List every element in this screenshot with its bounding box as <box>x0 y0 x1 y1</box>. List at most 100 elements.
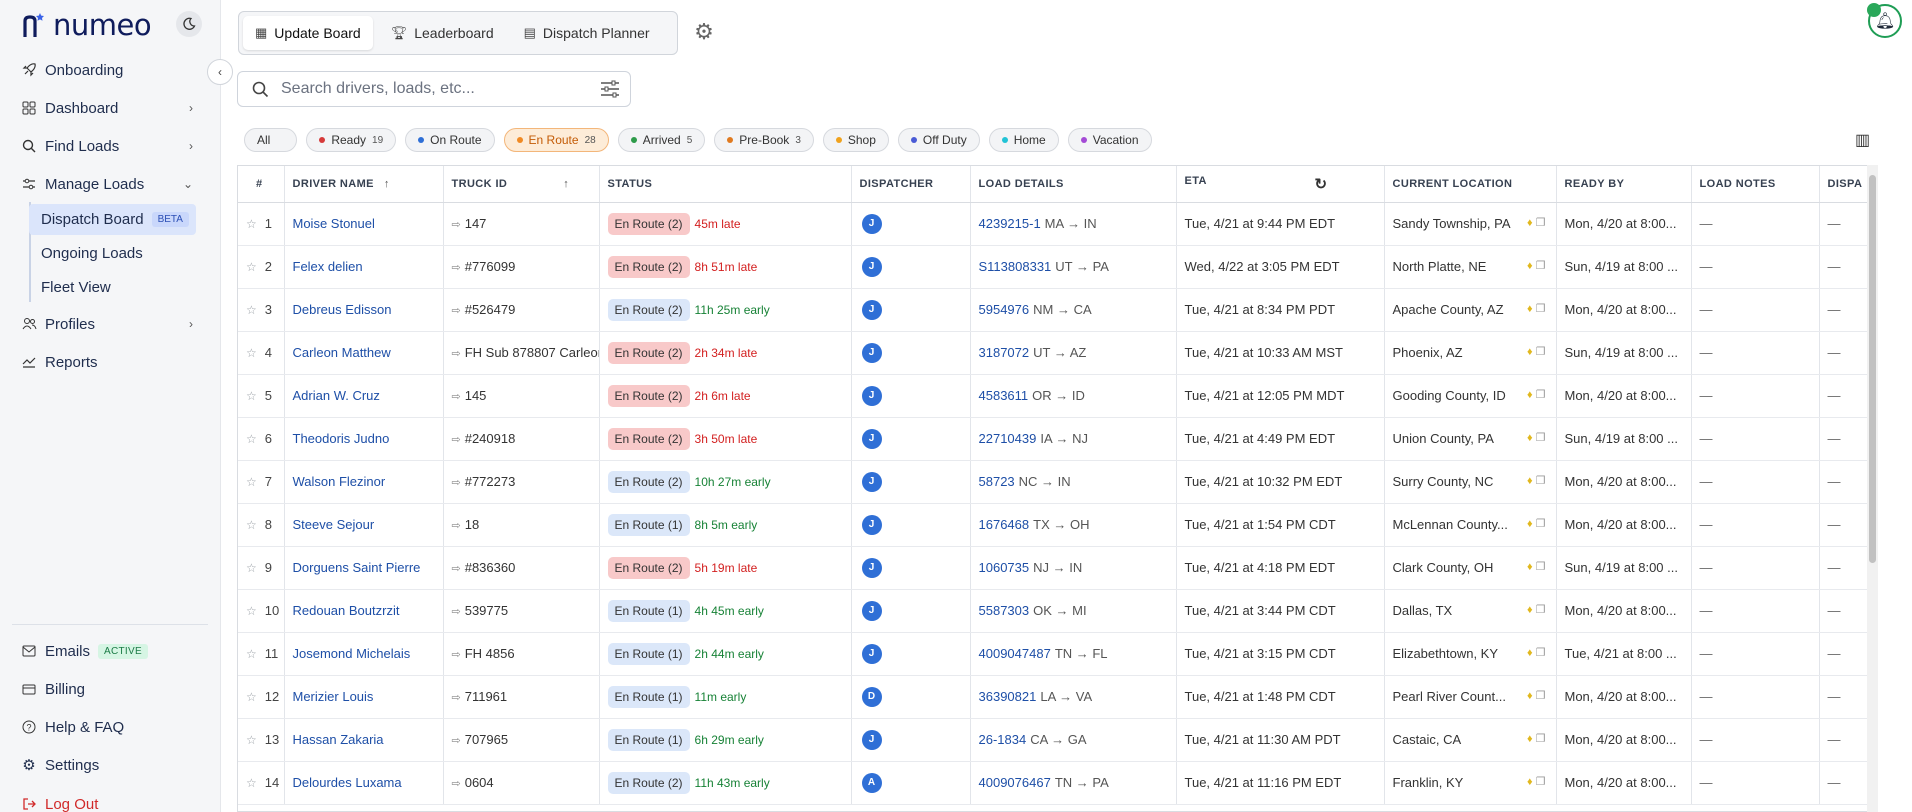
refresh-icon[interactable]: ↻ <box>1315 175 1328 193</box>
tab-leaderboard[interactable]: 🏆︎ Leaderboard <box>379 16 506 50</box>
table-row[interactable]: ☆ 7 Walson Flezinor ⇨ #772273 En Route (2) 10h… <box>238 460 1878 504</box>
cell-load-notes[interactable]: — <box>1691 245 1820 289</box>
load-id-link[interactable]: 26-1834 <box>979 732 1027 747</box>
dispatcher-avatar[interactable]: J <box>861 213 882 234</box>
copy-icon[interactable]: ❐ <box>1536 604 1546 616</box>
copy-icon[interactable]: ❐ <box>1536 260 1546 272</box>
sidebar-item-settings[interactable]: ⚙ Settings <box>21 750 193 780</box>
column-header-ready-by[interactable]: READY BY <box>1556 166 1692 203</box>
star-icon[interactable]: ☆ <box>246 303 257 317</box>
cell-load-notes[interactable]: — <box>1691 761 1820 805</box>
table-row[interactable]: ☆ 5 Adrian W. Cruz ⇨ 145 En Route (2) 2h 6m la… <box>238 374 1878 418</box>
dispatcher-avatar[interactable]: J <box>861 514 882 535</box>
columns-toggle-button[interactable]: ▥ <box>1855 130 1870 150</box>
cell-load-notes[interactable]: — <box>1691 632 1820 676</box>
copy-icon[interactable]: ❐ <box>1536 518 1546 530</box>
tab-update-board[interactable]: ▦ Update Board <box>243 16 373 50</box>
column-header-driver-name[interactable]: DRIVER NAME ↑ <box>284 166 444 203</box>
load-id-link[interactable]: 58723 <box>979 474 1015 489</box>
cell-load-notes[interactable]: — <box>1691 718 1820 762</box>
status-pill[interactable]: En Route (2) <box>607 384 690 407</box>
load-id-link[interactable]: 5587303 <box>979 603 1030 618</box>
map-pin-icon[interactable]: ♦ <box>1527 518 1533 530</box>
load-id-link[interactable]: 5954976 <box>979 302 1030 317</box>
map-pin-icon[interactable]: ♦ <box>1527 776 1533 788</box>
driver-name-link[interactable]: Adrian W. Cruz <box>293 388 380 403</box>
cell-load-notes[interactable]: — <box>1691 374 1820 418</box>
column-header-dispatcher[interactable]: DISPATCHER <box>851 166 971 203</box>
table-row[interactable]: ☆ 14 Delourdes Luxama ⇨ 0604 En Route (2) 11h … <box>238 761 1878 805</box>
map-pin-icon[interactable]: ♦ <box>1527 389 1533 401</box>
dispatcher-avatar[interactable]: J <box>861 643 882 664</box>
table-row[interactable]: ☆ 11 Josemond Michelais ⇨ FH 4856 En Route (1… <box>238 632 1878 676</box>
load-id-link[interactable]: 4009076467 <box>979 775 1051 790</box>
star-icon[interactable]: ☆ <box>246 690 257 704</box>
filter-chip-shop[interactable]: Shop <box>822 128 889 152</box>
map-pin-icon[interactable]: ♦ <box>1527 604 1533 616</box>
map-pin-icon[interactable]: ♦ <box>1527 303 1533 315</box>
filter-chip-all[interactable]: All <box>244 128 298 152</box>
map-pin-icon[interactable]: ♦ <box>1527 346 1533 358</box>
driver-name-link[interactable]: Dorguens Saint Pierre <box>293 560 421 575</box>
sidebar-item-find-loads[interactable]: Find Loads › <box>21 131 193 161</box>
map-pin-icon[interactable]: ♦ <box>1527 432 1533 444</box>
map-pin-icon[interactable]: ♦ <box>1527 647 1533 659</box>
copy-icon[interactable]: ❐ <box>1536 475 1546 487</box>
sidebar-item-logout[interactable]: Log Out <box>21 789 193 812</box>
map-pin-icon[interactable]: ♦ <box>1527 690 1533 702</box>
star-icon[interactable]: ☆ <box>246 647 257 661</box>
driver-name-link[interactable]: Merizier Louis <box>293 689 374 704</box>
cell-load-notes[interactable]: — <box>1691 331 1820 375</box>
cell-load-notes[interactable]: — <box>1691 675 1820 719</box>
dispatcher-avatar[interactable]: J <box>861 385 882 406</box>
table-row[interactable]: ☆ 3 Debreus Edisson ⇨ #526479 En Route (2) 11h… <box>238 288 1878 332</box>
sort-arrow-up-icon[interactable]: ↑ <box>563 178 569 190</box>
cell-load-notes[interactable]: — <box>1691 288 1820 332</box>
star-icon[interactable]: ☆ <box>246 518 257 532</box>
load-id-link[interactable]: 36390821 <box>979 689 1037 704</box>
sidebar-item-profiles[interactable]: Profiles › <box>21 309 193 339</box>
collapse-sidebar-button[interactable]: ‹ <box>207 59 233 85</box>
load-id-link[interactable]: 4239215-1 <box>979 216 1041 231</box>
status-pill[interactable]: En Route (2) <box>607 556 690 579</box>
driver-name-link[interactable]: Theodoris Judno <box>293 431 390 446</box>
driver-name-link[interactable]: Debreus Edisson <box>293 302 392 317</box>
dispatcher-avatar[interactable]: J <box>861 600 882 621</box>
dispatcher-avatar[interactable]: J <box>861 428 882 449</box>
column-header-truck-id[interactable]: TRUCK ID ↑ <box>443 166 600 203</box>
table-row[interactable]: ☆ 8 Steeve Sejour ⇨ 18 En Route (1) 8h 5m earl… <box>238 503 1878 547</box>
status-pill[interactable]: En Route (2) <box>607 255 690 278</box>
filter-chip-on-route[interactable]: On Route <box>405 128 495 152</box>
copy-icon[interactable]: ❐ <box>1536 561 1546 573</box>
column-header-current-location[interactable]: CURRENT LOCATION <box>1384 166 1557 203</box>
sidebar-item-billing[interactable]: Billing <box>21 674 193 704</box>
theme-toggle-button[interactable] <box>176 11 202 37</box>
filter-chip-vacation[interactable]: Vacation <box>1067 128 1152 152</box>
load-id-link[interactable]: S113808331 <box>979 259 1052 274</box>
copy-icon[interactable]: ❐ <box>1536 303 1546 315</box>
table-row[interactable]: ☆ 4 Carleon Matthew ⇨ FH Sub 878807 Carleon E… <box>238 331 1878 375</box>
copy-icon[interactable]: ❐ <box>1536 432 1546 444</box>
star-icon[interactable]: ☆ <box>246 475 257 489</box>
status-pill[interactable]: En Route (2) <box>607 470 690 493</box>
star-icon[interactable]: ☆ <box>246 217 257 231</box>
driver-name-link[interactable]: Steeve Sejour <box>293 517 375 532</box>
tab-dispatch-planner[interactable]: ▤ Dispatch Planner <box>512 16 662 50</box>
table-row[interactable]: ☆ 1 Moise Stonuel ⇨ 147 En Route (2) 45m late J… <box>238 202 1878 246</box>
load-id-link[interactable]: 1060735 <box>979 560 1030 575</box>
table-row[interactable]: ☆ 2 Felex delien ⇨ #776099 En Route (2) 8h 51m… <box>238 245 1878 289</box>
scrollbar-thumb[interactable] <box>1869 175 1876 563</box>
table-row[interactable]: ☆ 10 Redouan Boutzrzit ⇨ 539775 En Route (1) 4… <box>238 589 1878 633</box>
status-pill[interactable]: En Route (1) <box>607 599 690 622</box>
sidebar-item-reports[interactable]: Reports <box>21 347 193 377</box>
star-icon[interactable]: ☆ <box>246 733 257 747</box>
cell-load-notes[interactable]: — <box>1691 546 1820 590</box>
sidebar-item-manage-loads[interactable]: Manage Loads ⌄ <box>21 169 193 199</box>
load-id-link[interactable]: 4583611 <box>979 388 1029 403</box>
sort-arrow-up-icon[interactable]: ↑ <box>384 178 390 190</box>
driver-name-link[interactable]: Redouan Boutzrzit <box>293 603 400 618</box>
copy-icon[interactable]: ❐ <box>1536 647 1546 659</box>
driver-name-link[interactable]: Moise Stonuel <box>293 216 375 231</box>
dispatcher-avatar[interactable]: A <box>861 772 882 793</box>
filter-chip-ready[interactable]: Ready 19 <box>306 128 397 152</box>
